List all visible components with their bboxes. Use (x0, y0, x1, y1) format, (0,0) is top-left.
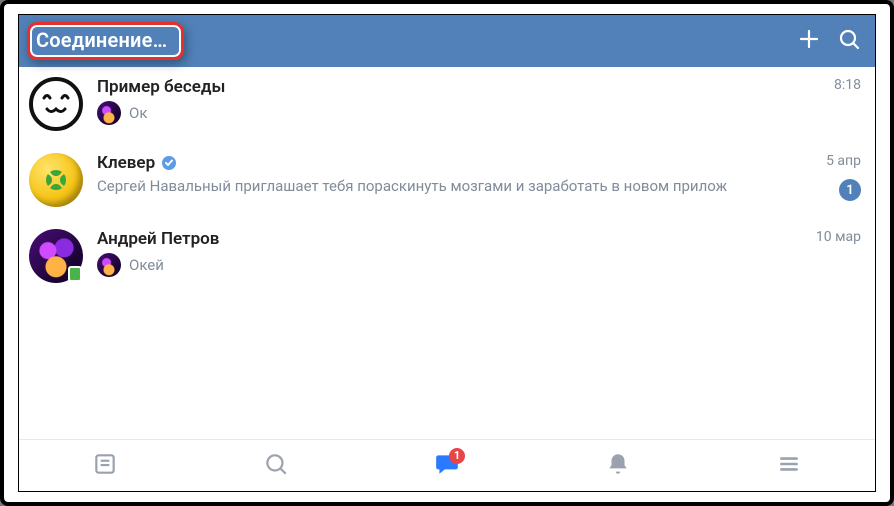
nav-search[interactable] (250, 440, 302, 492)
avatar (29, 77, 83, 131)
conversation-name: Клевер (97, 153, 155, 173)
connection-status-text: Соединение… (36, 28, 167, 52)
message-preview: Окей (129, 256, 164, 274)
header-bar: Соединение… (19, 15, 875, 67)
messages-badge: 1 (449, 448, 465, 464)
conversation-meta: 5 апр 1 (811, 153, 861, 201)
nav-menu[interactable] (763, 440, 815, 492)
connection-status: Соединение… (27, 22, 184, 60)
verified-icon (161, 155, 177, 171)
bell-icon (605, 451, 631, 481)
menu-icon (776, 451, 802, 481)
conversation-item[interactable]: Андрей Петров Окей 10 мар (19, 219, 875, 295)
conversation-item[interactable]: Пример беседы Ок 8:18 (19, 67, 875, 143)
conversation-name: Пример беседы (97, 77, 225, 97)
avatar (29, 229, 83, 283)
nav-notifications[interactable] (592, 440, 644, 492)
timestamp: 10 мар (816, 229, 861, 245)
timestamp: 8:18 (834, 77, 861, 93)
device-frame: Соединение… (0, 0, 894, 506)
conversation-meta: 10 мар (811, 229, 861, 245)
plus-icon (797, 27, 821, 55)
conversation-content: Пример беседы Ок (97, 77, 803, 125)
nav-messages[interactable]: 1 (421, 440, 473, 492)
conversation-meta: 8:18 (811, 77, 861, 93)
timestamp: 5 апр (826, 153, 861, 169)
conversation-list: Пример беседы Ок 8:18 Клевер (19, 67, 875, 439)
avatar (29, 153, 83, 207)
online-indicator-icon (68, 266, 82, 282)
app-window: Соединение… (18, 14, 876, 492)
message-preview: Ок (129, 104, 147, 122)
sender-avatar (97, 101, 121, 125)
face-icon (29, 77, 83, 131)
conversation-item[interactable]: Клевер Сергей Навальный приглашает тебя … (19, 143, 875, 219)
search-icon (837, 27, 861, 55)
search-icon (263, 451, 289, 481)
conversation-name: Андрей Петров (97, 229, 219, 249)
coin-icon (29, 153, 83, 207)
search-button[interactable] (829, 21, 869, 61)
sender-avatar (97, 253, 121, 277)
compose-button[interactable] (789, 21, 829, 61)
message-preview: Сергей Навальный приглашает тебя пораски… (97, 177, 727, 195)
feed-icon (92, 451, 118, 481)
conversation-content: Клевер Сергей Навальный приглашает тебя … (97, 153, 803, 195)
bottom-nav: 1 (19, 439, 875, 491)
conversation-content: Андрей Петров Окей (97, 229, 803, 277)
nav-feed[interactable] (79, 440, 131, 492)
unread-badge: 1 (839, 179, 861, 201)
